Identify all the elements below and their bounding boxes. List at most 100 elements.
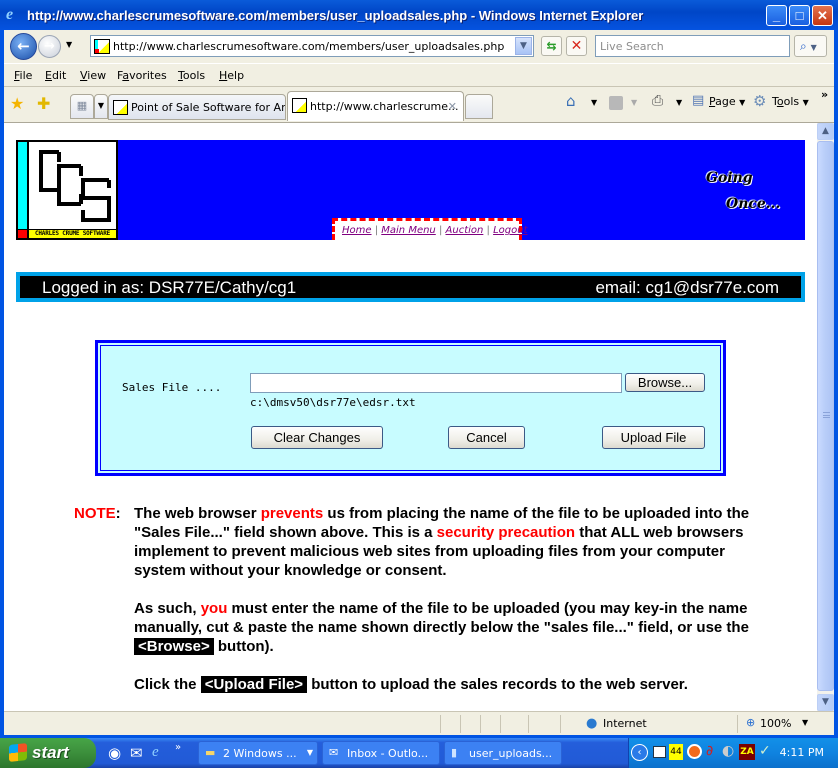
nav-auction-link[interactable]: Auction: [446, 225, 484, 236]
logged-in-user: Logged in as: DSR77E/Cathy/cg1: [42, 278, 297, 297]
outlook-icon: ✉: [329, 746, 339, 759]
home-icon[interactable]: ⌂: [566, 92, 576, 110]
recent-pages-dropdown[interactable]: ▼: [66, 40, 72, 49]
scroll-down-button[interactable]: ▼: [817, 694, 834, 711]
stop-button[interactable]: ✕: [566, 36, 587, 56]
new-tab-button[interactable]: [465, 94, 493, 119]
chevron-more-icon[interactable]: »: [821, 88, 828, 101]
close-button[interactable]: ✕: [812, 5, 833, 26]
quicklaunch-more-icon[interactable]: »: [175, 742, 181, 753]
cancel-button[interactable]: Cancel: [448, 426, 525, 449]
menu-edit[interactable]: Edit: [45, 69, 66, 82]
folder-icon: ▬: [205, 746, 216, 759]
quick-tabs-button[interactable]: ▦: [70, 94, 94, 119]
search-input[interactable]: Live Search: [595, 35, 790, 57]
note-paragraph-1: The web browser prevents us from placing…: [134, 505, 750, 579]
note-paragraph-3: Click the <Upload File> button to upload…: [134, 676, 688, 693]
tab-label: Point of Sale Software for An...: [131, 101, 286, 114]
menu-file[interactable]: File: [14, 69, 32, 82]
scroll-up-button[interactable]: ▲: [817, 123, 834, 140]
taskbar-inbox-outlook[interactable]: ✉ Inbox - Outlo...: [322, 741, 440, 765]
system-tray: ‹ 44 ∂ ◐ ZA ✓ 4:11 PM: [628, 738, 838, 768]
minimize-button[interactable]: _: [766, 5, 787, 26]
suggested-file-path: c:\dmsv50\dsr77e\edsr.txt: [250, 396, 416, 409]
menu-help[interactable]: Help: [219, 69, 244, 82]
address-input[interactable]: http://www.charlescrumesoftware.com/memb…: [113, 40, 504, 53]
forward-button[interactable]: →: [38, 35, 61, 58]
tray-utility-icon[interactable]: ✓: [759, 743, 771, 759]
page-content: CHARLES CRUME SOFTWARE Home | Main Menu …: [4, 123, 817, 711]
quicklaunch-outlook-icon[interactable]: ✉: [130, 744, 143, 762]
search-icon: ⌕: [800, 39, 807, 53]
ccs-logo-icon: [39, 150, 111, 222]
menu-bar: File Edit View Favorites Tools Help: [4, 63, 834, 87]
maximize-button[interactable]: □: [789, 5, 810, 26]
quicklaunch-desktop-icon[interactable]: ◉: [108, 744, 121, 762]
nav-logout-link[interactable]: Logout: [493, 225, 527, 236]
address-bar[interactable]: http://www.charlescrumesoftware.com/memb…: [90, 35, 534, 57]
ccs-logo: CHARLES CRUME SOFTWARE: [16, 140, 118, 240]
add-favorites-star-icon[interactable]: ✚: [37, 94, 50, 113]
volume-icon[interactable]: ◐: [722, 743, 734, 759]
site-header: CHARLES CRUME SOFTWARE Home | Main Menu …: [16, 140, 805, 240]
taskbar-windows-group[interactable]: ▬ 2 Windows ... ▼: [198, 741, 318, 765]
document-icon: ▮: [451, 746, 458, 759]
show-hidden-icons-button[interactable]: ‹: [631, 744, 648, 761]
print-icon[interactable]: ⎙: [652, 93, 663, 109]
note-paragraph-2: As such, you must enter the name of the …: [134, 600, 749, 655]
note-label: NOTE:: [74, 505, 121, 522]
nav-home-link[interactable]: Home: [342, 225, 372, 236]
tab-list-dropdown[interactable]: ▼: [94, 94, 108, 119]
clock: 4:11 PM: [779, 746, 824, 759]
upload-file-button[interactable]: Upload File: [602, 426, 705, 449]
zonealarm-icon[interactable]: ZA: [739, 744, 755, 760]
tab-current-page[interactable]: http://www.charlescrume... ✕: [287, 91, 464, 121]
feeds-icon[interactable]: [609, 96, 623, 110]
sales-file-input[interactable]: [250, 373, 622, 393]
address-dropdown-button[interactable]: ▼: [515, 37, 532, 55]
nav-main-menu-link[interactable]: Main Menu: [381, 225, 436, 236]
tools-menu-button[interactable]: Tools ▼: [772, 95, 809, 108]
clear-changes-button[interactable]: Clear Changes: [251, 426, 383, 449]
tray-badge-icon[interactable]: 44: [669, 744, 683, 760]
menu-view[interactable]: View: [80, 69, 106, 82]
menu-favorites[interactable]: Favorites: [117, 69, 167, 82]
tab-label: http://www.charlescrume...: [310, 100, 459, 113]
tab-favicon-icon: [292, 98, 307, 113]
network-icon[interactable]: [653, 746, 666, 758]
favorites-center-star-icon[interactable]: ★: [10, 94, 24, 113]
login-info-bar: Logged in as: DSR77E/Cathy/cg1 email: cg…: [16, 272, 805, 302]
close-tab-icon[interactable]: ✕: [448, 100, 457, 113]
window-title: http://www.charlescrumesoftware.com/memb…: [27, 8, 644, 23]
site-favicon-icon: [94, 39, 110, 54]
taskbar-user-uploads[interactable]: ▮ user_uploads...: [444, 741, 562, 765]
tab-bar: ★ ✚ ▦ ▼ Point of Sale Software for An...…: [4, 87, 834, 123]
going-once-graphic: Going Once...: [706, 170, 781, 212]
start-button[interactable]: start: [0, 738, 96, 768]
refresh-button[interactable]: ⇆: [541, 36, 562, 56]
sales-file-label: Sales File ....: [122, 381, 222, 394]
zoom-level[interactable]: 100%: [760, 717, 791, 730]
upload-form: Sales File .... Browse... c:\dmsv50\dsr7…: [95, 340, 726, 476]
globe-icon: ●: [586, 716, 598, 731]
red-app-icon[interactable]: ∂: [706, 743, 713, 759]
page-menu-button[interactable]: Page ▼: [709, 95, 745, 108]
back-button[interactable]: ←: [10, 33, 37, 60]
feeds-dropdown[interactable]: ▼: [631, 98, 637, 107]
tab-point-of-sale[interactable]: Point of Sale Software for An...: [108, 94, 286, 120]
navigation-bar: ← → ▼ http://www.charlescrumesoftware.co…: [4, 30, 834, 63]
print-dropdown[interactable]: ▼: [676, 98, 682, 107]
vertical-scrollbar[interactable]: ▲ ▼: [817, 123, 834, 711]
windows-logo-icon: [9, 743, 27, 762]
site-nav: Home | Main Menu | Auction | Logout: [332, 218, 528, 240]
menu-tools[interactable]: Tools: [178, 69, 205, 82]
quicklaunch-ie-icon[interactable]: e: [152, 744, 159, 761]
scroll-thumb[interactable]: [817, 141, 834, 691]
zoom-dropdown[interactable]: ▼: [802, 718, 808, 727]
orange-app-icon[interactable]: [687, 744, 702, 759]
ie-logo-icon: e: [6, 6, 14, 23]
search-button[interactable]: ⌕ ▼: [794, 35, 827, 57]
browse-button[interactable]: Browse...: [625, 373, 705, 392]
gear-icon: ⚙: [753, 92, 767, 110]
home-dropdown[interactable]: ▼: [591, 98, 597, 107]
